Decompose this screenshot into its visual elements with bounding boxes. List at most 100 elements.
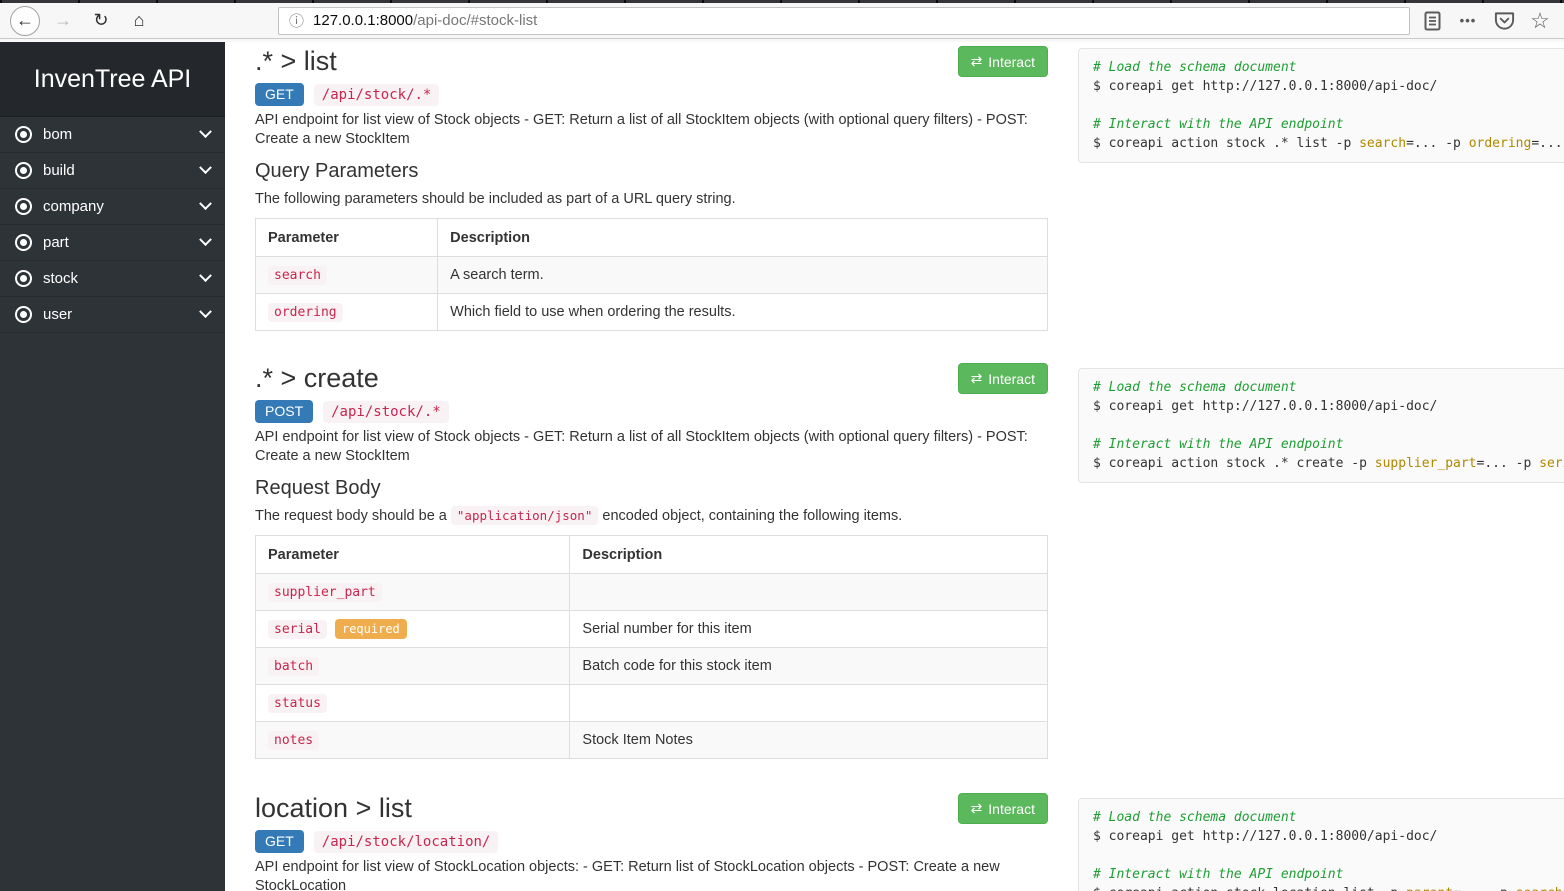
subtext-segment: The following parameters should be inclu… [255,191,736,207]
code-comment: # Interact with the API endpoint [1093,437,1343,452]
forward-button[interactable]: → [48,6,78,36]
code-line [1093,846,1564,865]
parameter-description: Stock Item Notes [570,722,1048,759]
parameter-description [570,574,1048,611]
sidebar-item-part[interactable]: part [0,225,225,261]
code-param: supplier_part [1375,456,1477,471]
url-host: 127.0.0.1:8000 [313,12,413,29]
parameter-description: A search term. [438,257,1048,294]
bullseye-icon [15,234,32,251]
endpoint-path: /api/stock/location/ [314,831,499,853]
required-badge: required [335,619,407,639]
sidebar-item-label: part [43,234,69,251]
parameter-code: supplier_part [268,583,382,602]
browser-toolbar: ← → ↻ ⌂ ⓘ 127.0.0.1:8000/api-doc/#stock-… [0,3,1564,39]
section-title: .* > create [255,363,1048,394]
url-bar[interactable]: ⓘ 127.0.0.1:8000/api-doc/#stock-list [278,7,1410,35]
parameter-code: search [268,266,327,285]
parameter-description: Batch code for this stock item [570,648,1048,685]
exchange-icon: ⇄ [971,800,983,817]
api-section: location > list ⇄ Interact GET /api/stoc… [255,793,1048,891]
sidebar-item-label: bom [43,126,72,143]
code-param: parent [1406,886,1453,891]
code-param: serial [1539,456,1564,471]
code-line: # Interact with the API endpoint [1093,115,1564,134]
bookmark-star-icon[interactable]: ☆ [1526,7,1554,35]
table-row: ordering Which field to use when orderin… [256,294,1048,331]
code-line: # Load the schema document [1093,808,1564,827]
code-text: =... -p [1453,886,1516,891]
code-param: search [1359,136,1406,151]
subtext-segment: encoded object, containing the following… [598,508,902,524]
parameter-description: Serial number for this item [570,611,1048,648]
code-comment: # Load the schema document [1093,810,1297,825]
http-method-badge: GET [255,83,304,106]
url-text: 127.0.0.1:8000/api-doc/#stock-list [313,12,537,29]
column-header-description: Description [438,219,1048,257]
chevron-down-icon [199,197,212,210]
code-text: $ coreapi get http://127.0.0.1:8000/api-… [1093,79,1437,94]
pocket-icon[interactable] [1490,7,1518,35]
chevron-down-icon [199,161,212,174]
sidebar-item-label: user [43,306,72,323]
bullseye-icon [15,270,32,287]
back-button[interactable]: ← [10,6,40,36]
sidebar: InvenTree API bom build company part sto… [0,42,225,891]
endpoint-path: /api/stock/.* [314,84,440,106]
table-row: batch Batch code for this stock item [256,648,1048,685]
code-sample: # Load the schema document$ coreapi get … [1078,48,1564,163]
interact-button[interactable]: ⇄ Interact [958,46,1048,77]
http-method-badge: GET [255,830,304,853]
code-line: # Interact with the API endpoint [1093,435,1564,454]
bullseye-icon [15,198,32,215]
reader-mode-icon[interactable] [1418,7,1446,35]
table-row: supplier_part [256,574,1048,611]
bullseye-icon [15,126,32,143]
code-line: $ coreapi get http://127.0.0.1:8000/api-… [1093,827,1564,846]
main-content: .* > list ⇄ Interact GET /api/stock/.* A… [225,42,1564,891]
code-line: # Load the schema document [1093,378,1564,397]
sidebar-nav: bom build company part stock user [0,117,225,333]
code-line: $ coreapi get http://127.0.0.1:8000/api-… [1093,77,1564,96]
overflow-menu-icon[interactable]: ••• [1454,7,1482,35]
sidebar-item-bom[interactable]: bom [0,117,225,153]
code-line: $ coreapi action stock .* list -p search… [1093,134,1564,153]
http-method-badge: POST [255,400,313,423]
column-header-parameter: Parameter [256,536,570,574]
table-row: serialrequired Serial number for this it… [256,611,1048,648]
chevron-down-icon [199,125,212,138]
section-subtext: The following parameters should be inclu… [255,191,1048,207]
table-header-row: Parameter Description [256,536,1048,574]
interact-button[interactable]: ⇄ Interact [958,363,1048,394]
parameter-code: status [268,694,327,713]
sidebar-header: InvenTree API [0,42,225,117]
sidebar-item-stock[interactable]: stock [0,261,225,297]
chevron-down-icon [199,233,212,246]
column-header-description: Description [570,536,1048,574]
home-button[interactable]: ⌂ [124,6,154,36]
code-line: $ coreapi action stock location list -p … [1093,884,1564,891]
interact-button-label: Interact [988,371,1035,387]
app-title: InvenTree API [34,65,192,94]
sidebar-item-label: build [43,162,75,179]
url-path: /api-doc/#stock-list [413,12,537,29]
section-title: .* > list [255,46,1048,77]
sidebar-item-build[interactable]: build [0,153,225,189]
parameter-table: Parameter Description supplier_part seri… [255,535,1048,759]
refresh-button[interactable]: ↻ [86,6,116,36]
section-title: location > list [255,793,1048,824]
parameter-description: Which field to use when ordering the res… [438,294,1048,331]
code-line [1093,96,1564,115]
interact-button-label: Interact [988,801,1035,817]
inline-code: "application/json" [451,506,598,525]
interact-button-label: Interact [988,54,1035,70]
sidebar-item-user[interactable]: user [0,297,225,333]
sidebar-item-company[interactable]: company [0,189,225,225]
info-icon[interactable]: ⓘ [289,10,304,31]
code-text: $ coreapi action stock .* create -p [1093,456,1375,471]
table-row: search A search term. [256,257,1048,294]
parameter-description [570,685,1048,722]
interact-button[interactable]: ⇄ Interact [958,793,1048,824]
code-text: =... [1531,136,1562,151]
code-param: ordering [1469,136,1532,151]
